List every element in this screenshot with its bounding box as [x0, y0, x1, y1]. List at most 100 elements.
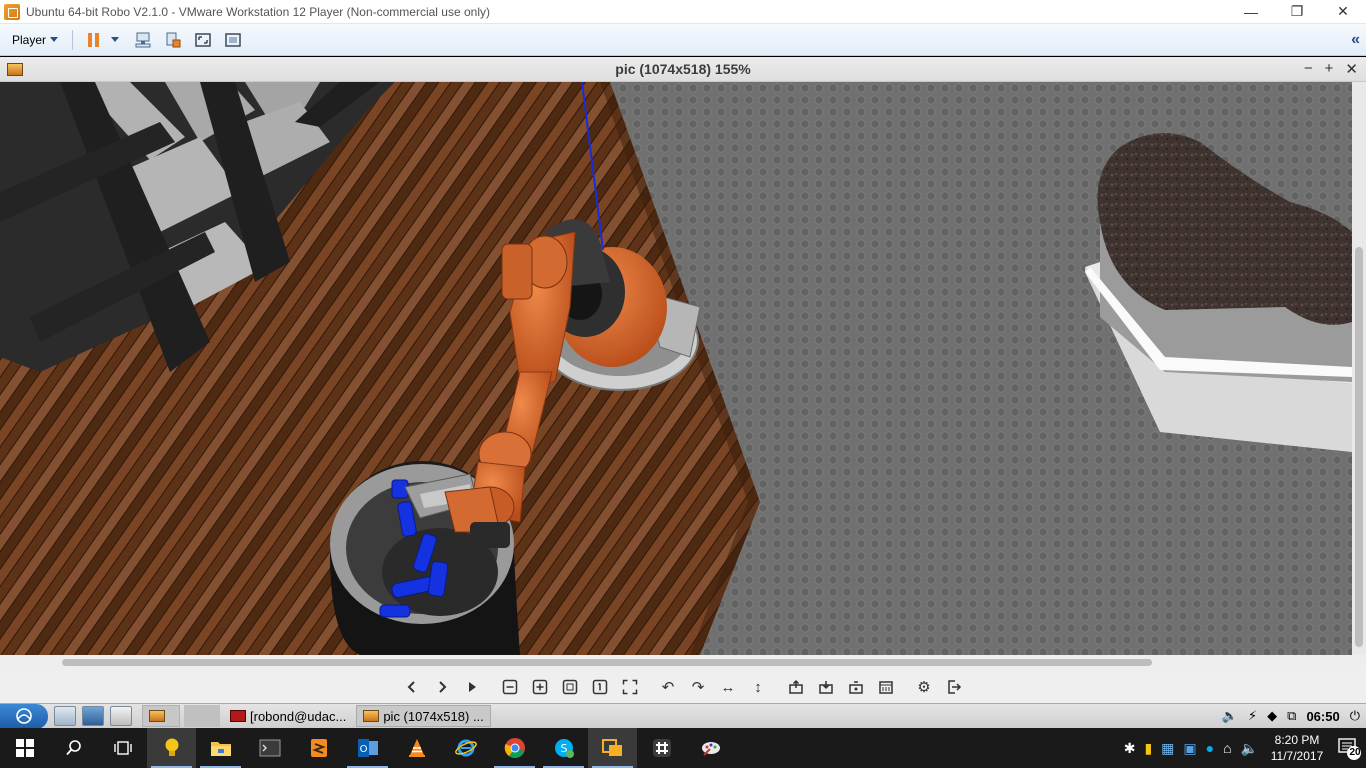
web-browser-launcher-icon[interactable] [82, 706, 104, 726]
chevron-right-icon [439, 681, 447, 693]
next-image-button[interactable] [427, 673, 457, 701]
network-computer-icon [135, 32, 151, 47]
taskbar-app-file-explorer[interactable] [196, 728, 245, 768]
file-manager-launcher-icon[interactable] [54, 706, 76, 726]
taskbar-app-tips[interactable] [147, 728, 196, 768]
player-toolbar: Player « [0, 24, 1366, 56]
image-canvas[interactable] [0, 82, 1352, 655]
terminal-launcher-icon[interactable] [110, 706, 132, 726]
fit-screen-icon [195, 32, 211, 47]
horizontal-scroll-thumb[interactable] [62, 659, 1152, 666]
tray-volume-icon[interactable]: 🔈 [1241, 740, 1258, 757]
volume-icon[interactable]: 🔈 [1222, 708, 1238, 724]
taskbar-app-slack[interactable] [637, 728, 686, 768]
taskbar-app-vlc[interactable] [392, 728, 441, 768]
chrome-icon [504, 738, 525, 758]
taskbar-item-terminal[interactable]: [robond@udac... [224, 705, 352, 727]
lubuntu-logo-icon [16, 708, 32, 724]
tray-app-icon[interactable]: ✱ [1124, 740, 1136, 757]
quit-button[interactable] [939, 673, 969, 701]
system-clock[interactable]: 8:20 PM 11/7/2017 [1267, 732, 1327, 764]
logout-icon[interactable]: ⏻ [1350, 708, 1360, 724]
viewer-maximize-button[interactable]: + [1325, 60, 1334, 78]
taskbar-app-internet-explorer[interactable] [441, 728, 490, 768]
minimize-button[interactable]: — [1228, 0, 1274, 24]
vertical-scroll-thumb[interactable] [1355, 247, 1363, 647]
taskbar-item-image-viewer[interactable]: pic (1074x518) ... [356, 705, 491, 727]
zoom-out-button[interactable] [495, 673, 525, 701]
internet-explorer-icon [454, 739, 477, 757]
close-button[interactable]: ✕ [1320, 0, 1366, 24]
delete-button[interactable] [871, 673, 901, 701]
horizontal-scrollbar[interactable] [0, 655, 1366, 671]
simulation-scene-image [0, 82, 1352, 655]
start-button[interactable] [0, 728, 49, 768]
unity-mode-button[interactable] [221, 28, 245, 52]
previous-image-button[interactable] [397, 673, 427, 701]
display-icon[interactable]: ⧉ [1287, 708, 1296, 724]
fit-window-button[interactable] [191, 28, 215, 52]
viewer-close-button[interactable]: ✕ [1345, 60, 1358, 78]
tray-outlook-icon[interactable]: ▣ [1183, 740, 1196, 757]
fullscreen-button[interactable] [615, 673, 645, 701]
taskbar-app-skype[interactable]: S [539, 728, 588, 768]
image-viewer-mini-icon [363, 710, 380, 722]
network-warning-icon[interactable]: ◆ [1267, 708, 1277, 724]
open-file-button[interactable] [781, 673, 811, 701]
sublime-text-icon [310, 739, 327, 757]
tray-skype-icon[interactable]: ● [1206, 740, 1214, 756]
flip-horizontal-button[interactable]: ↔ [713, 673, 743, 701]
rotate-left-button[interactable]: ↶ [653, 673, 683, 701]
taskbar-app-sublime[interactable] [294, 728, 343, 768]
pause-dropdown-icon[interactable] [111, 37, 120, 42]
fit-to-window-button[interactable] [555, 673, 585, 701]
action-center-button[interactable]: 20 [1336, 735, 1362, 761]
play-icon [469, 682, 476, 692]
preferences-button[interactable]: ⚙ [909, 673, 939, 701]
power-icon[interactable]: ⚡ [1248, 708, 1257, 724]
paint-palette-icon [701, 742, 720, 756]
original-size-button[interactable] [585, 673, 615, 701]
windows-logo-icon [15, 739, 34, 757]
clock-date: 11/7/2017 [1270, 749, 1324, 763]
player-menu-label: Player [12, 32, 47, 47]
application-menu-button[interactable] [0, 703, 48, 729]
send-ctrl-alt-del-button[interactable] [131, 28, 155, 52]
outlook-icon: O [357, 739, 378, 757]
collapse-toolbar-button[interactable]: « [1351, 31, 1360, 49]
restore-button[interactable]: ❐ [1274, 0, 1320, 24]
guest-clock[interactable]: 06:50 [1306, 709, 1339, 724]
unity-icon [225, 32, 241, 47]
flip-vertical-button[interactable]: ↕ [743, 673, 773, 701]
search-button[interactable] [49, 728, 98, 768]
tray-shield-icon[interactable]: ▮ [1144, 740, 1152, 757]
task-view-button[interactable] [98, 728, 147, 768]
skype-icon: S [554, 739, 574, 758]
svg-text:O: O [359, 744, 367, 755]
player-menu-button[interactable]: Player [6, 30, 64, 50]
slideshow-button[interactable] [457, 673, 487, 701]
workspace-1-button[interactable] [142, 705, 180, 727]
viewer-minimize-button[interactable]: − [1304, 60, 1313, 78]
zoom-in-button[interactable] [525, 673, 555, 701]
windows-taskbar: O S ✱ ▮ ▦ ▣ ● ⌂ 🔈 8:20 PM 11/7/2017 20 [0, 728, 1366, 768]
taskbar-app-chrome[interactable] [490, 728, 539, 768]
pause-button[interactable] [81, 28, 105, 52]
window-title: Ubuntu 64-bit Robo V2.1.0 - VMware Works… [26, 4, 490, 19]
taskbar-app-outlook[interactable]: O [343, 728, 392, 768]
save-file-button[interactable] [811, 673, 841, 701]
vertical-scrollbar[interactable] [1352, 82, 1366, 655]
save-as-button[interactable] [841, 673, 871, 701]
image-viewer-mini-icon [149, 710, 165, 722]
rotate-right-button[interactable]: ↷ [683, 673, 713, 701]
fullscreen-icon [622, 679, 638, 695]
taskbar-app-vmware[interactable] [588, 728, 637, 768]
taskbar-app-terminal[interactable] [245, 728, 294, 768]
zoom-out-icon [502, 679, 518, 695]
removable-devices-button[interactable] [161, 28, 185, 52]
tray-wifi-icon[interactable]: ⌂ [1223, 740, 1231, 756]
toolbar-divider [72, 29, 74, 50]
workspace-2-button[interactable] [184, 705, 220, 727]
taskbar-app-paint[interactable] [686, 728, 735, 768]
tray-network-icon[interactable]: ▦ [1161, 740, 1174, 757]
